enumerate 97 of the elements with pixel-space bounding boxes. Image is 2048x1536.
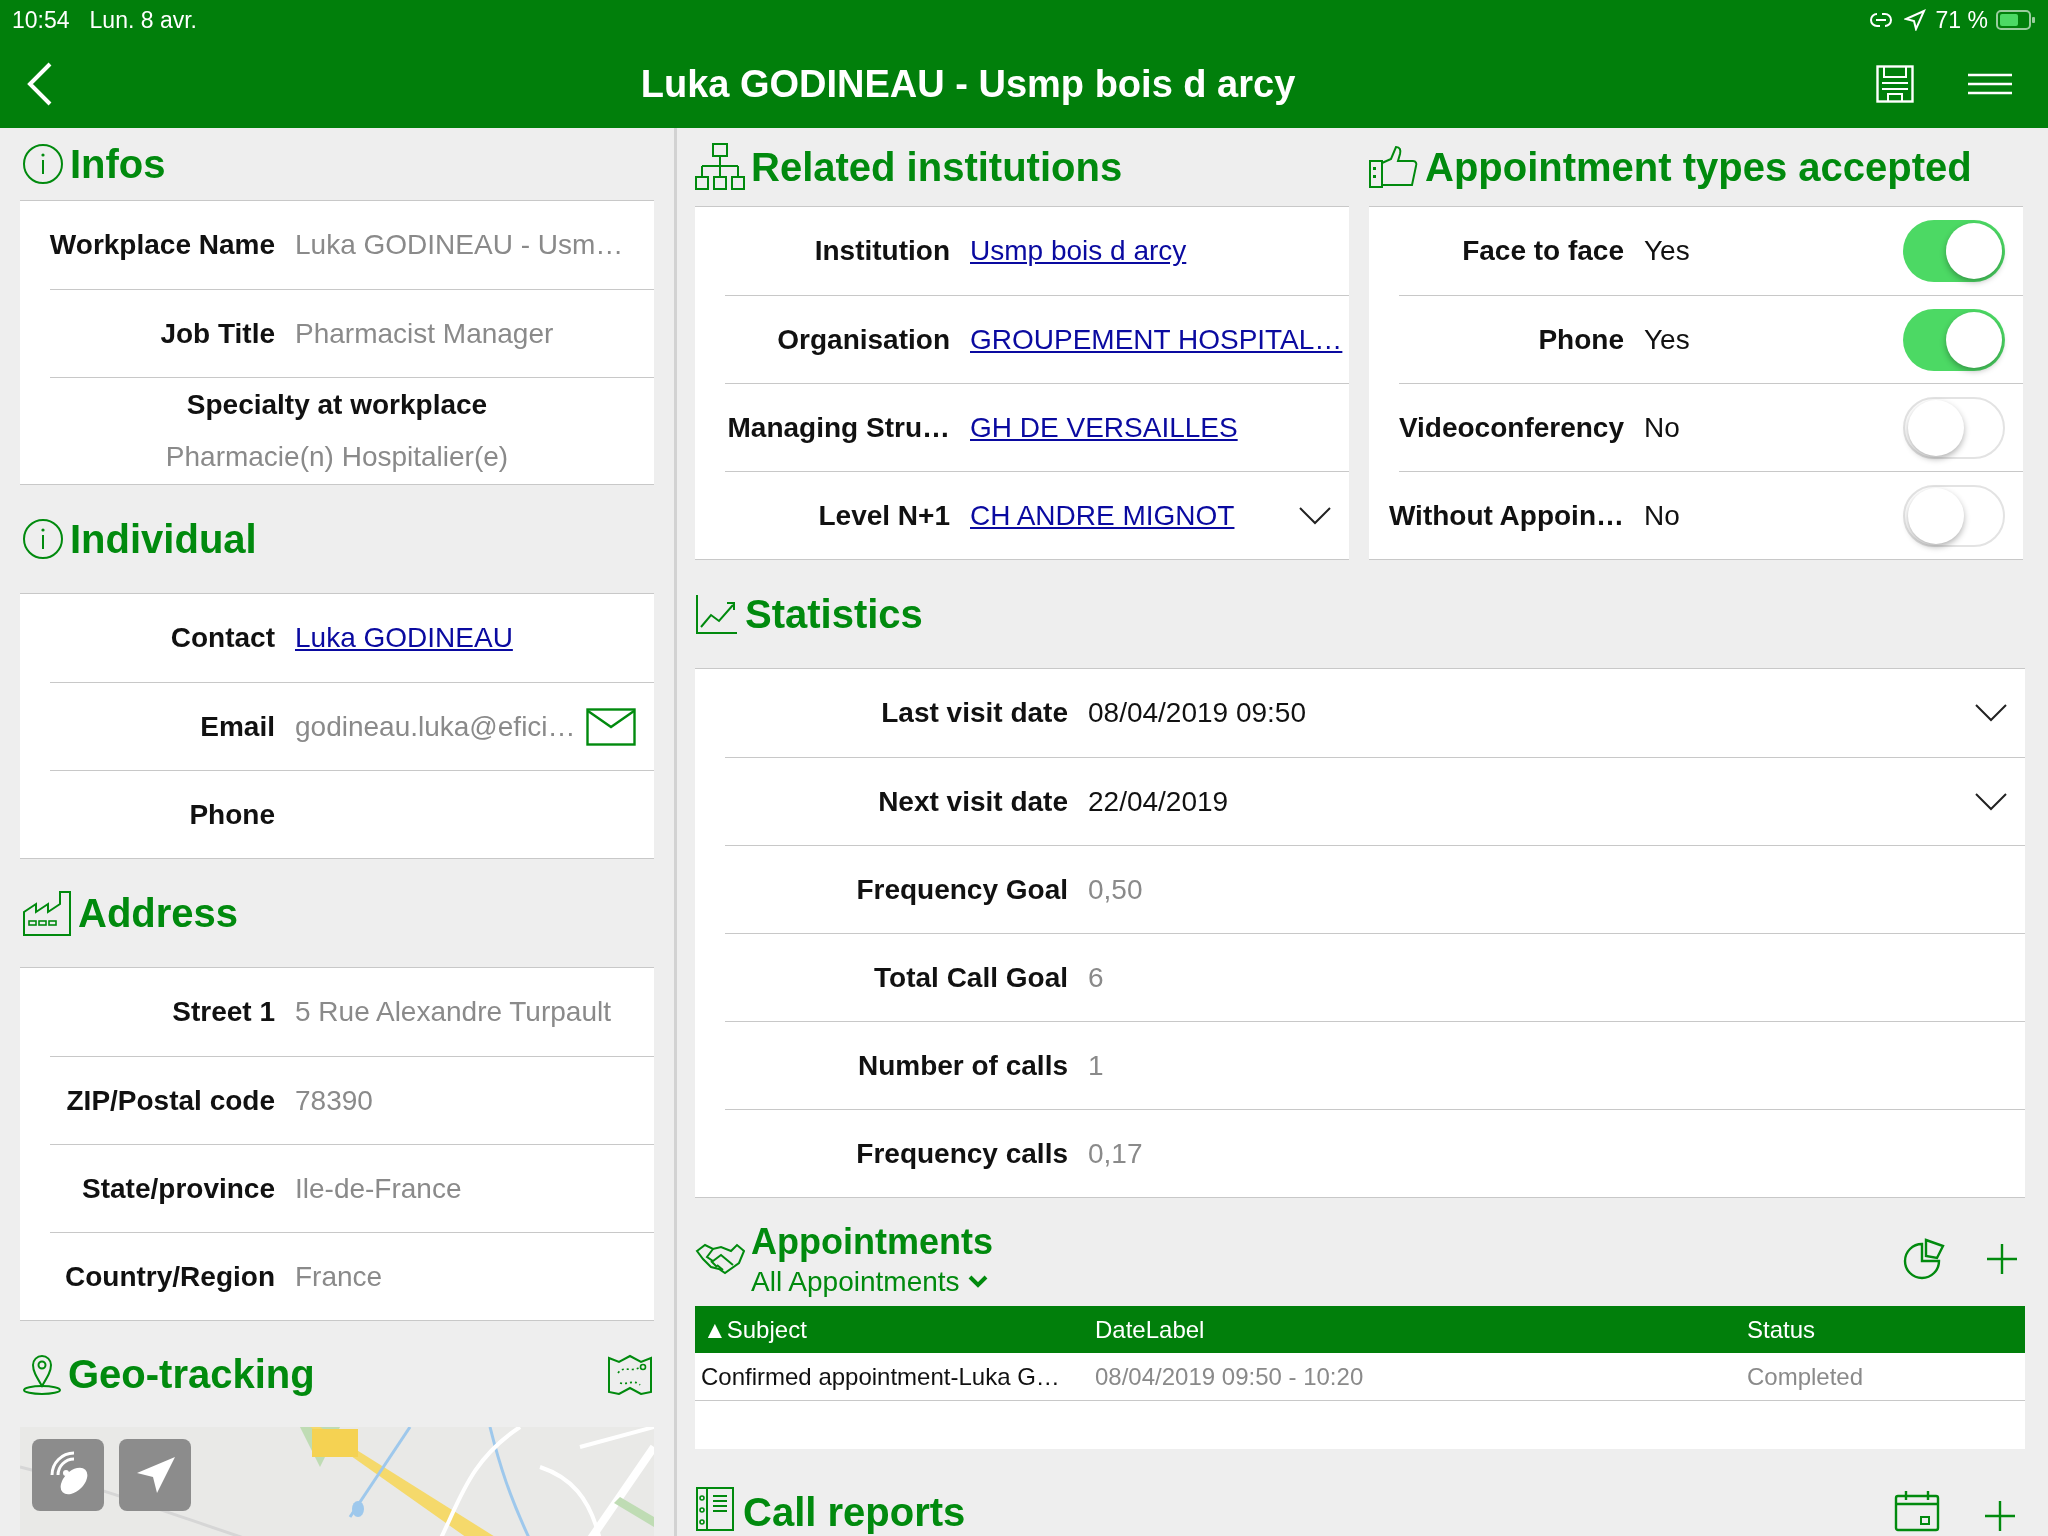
calendar-icon[interactable] <box>1894 1490 1940 1532</box>
field-label: Street 1 <box>171 995 275 1029</box>
section-title: Call reports <box>743 1492 966 1532</box>
field-label: Workplace Name <box>48 228 275 262</box>
field-link[interactable]: GROUPEMENT HOSPITAL… <box>970 318 1343 361</box>
field-value: 78390 <box>295 1083 373 1118</box>
section-title: Infos <box>70 144 166 184</box>
field-value: 1 <box>1088 1048 1104 1083</box>
toggle-switch[interactable] <box>1903 220 2005 282</box>
info-icon <box>22 143 64 185</box>
field-value: Pharmacist Manager <box>295 316 554 351</box>
field-label: Phone <box>1537 322 1624 357</box>
add-icon[interactable] <box>1986 1243 2018 1275</box>
line-chart-icon <box>695 593 739 635</box>
section-title: Appointments <box>751 1220 993 1264</box>
field-value: No <box>1644 498 1680 533</box>
info-icon <box>22 518 64 560</box>
field-label: Frequency calls <box>855 1136 1068 1171</box>
thumbs-up-icon <box>1369 145 1419 189</box>
field-value: Ile-de-France <box>295 1171 462 1206</box>
satellite-button[interactable] <box>32 1439 104 1511</box>
battery-percent: 71 % <box>1935 5 1988 35</box>
field-label: Organisation <box>776 322 950 357</box>
chevron-down-icon[interactable] <box>1975 792 2007 811</box>
toggle-switch[interactable] <box>1903 396 2005 459</box>
navigation-button[interactable] <box>119 1439 191 1511</box>
toggle-switch[interactable] <box>1903 308 2005 371</box>
page-title: Luka GODINEAU - Usmp bois d arcy <box>640 61 1296 107</box>
table-cell-text: Confirmed appointment-Luka G… <box>700 1361 1061 1392</box>
section-title: Statistics <box>745 594 923 634</box>
section-title: Related institutions <box>751 147 1123 187</box>
field-value: godineau.luka@efici… <box>295 709 576 744</box>
field-label: Number of calls <box>856 1048 1068 1083</box>
field-link[interactable]: Usmp bois d arcy <box>970 230 1187 272</box>
field-link[interactable]: GH DE VERSAILLES <box>970 406 1238 449</box>
toggle-switch[interactable] <box>1903 484 2005 547</box>
field-value: 0,17 <box>1088 1136 1143 1171</box>
table-cell-text: Completed <box>1746 1361 1865 1392</box>
add-icon[interactable] <box>1984 1500 2016 1532</box>
field-value: 0,50 <box>1088 872 1143 907</box>
chevron-down-icon[interactable] <box>1299 506 1331 525</box>
status-time: 10:54 <box>12 5 70 35</box>
column-header[interactable]: DateLabel <box>1087 1311 1739 1348</box>
pie-chart-icon[interactable] <box>1902 1238 1946 1280</box>
field-label: Country/Region <box>64 1259 275 1294</box>
hierarchy-icon <box>695 143 745 191</box>
field-label: Job Title <box>159 316 275 351</box>
section-title: Geo-tracking <box>68 1354 315 1394</box>
field-value: Yes <box>1644 234 1690 268</box>
envelope-icon[interactable] <box>586 707 636 746</box>
field-value: 22/04/2019 <box>1088 784 1229 819</box>
field-label: Email <box>199 709 275 744</box>
section-title: Appointment types accepted <box>1425 147 1972 187</box>
chevron-down-icon <box>967 1274 988 1289</box>
map-icon[interactable] <box>608 1353 652 1395</box>
field-value: 6 <box>1088 960 1104 995</box>
field-label: Specialty at workplace <box>186 388 488 422</box>
field-label: Face to face <box>1461 234 1624 268</box>
field-label: Institution <box>813 234 950 268</box>
back-icon <box>27 62 53 106</box>
field-value: No <box>1644 410 1680 445</box>
chevron-down-icon[interactable] <box>1975 704 2007 722</box>
battery-icon <box>1996 10 2036 30</box>
location-arrow-icon <box>1903 9 1926 31</box>
field-label: Contact <box>169 621 275 655</box>
section-title: Individual <box>70 519 257 559</box>
field-label: ZIP/Postal code <box>65 1083 275 1118</box>
status-date: Lun. 8 avr. <box>89 5 197 35</box>
field-label: Managing Stru… <box>726 410 950 445</box>
column-header[interactable]: ▲Subject <box>695 1311 1087 1348</box>
field-label: Next visit date <box>877 784 1068 819</box>
field-label: Last visit date <box>880 696 1068 730</box>
location-pin-icon <box>22 1352 62 1396</box>
field-value: 08/04/2019 09:50 <box>1088 696 1306 730</box>
field-value: France <box>295 1259 383 1294</box>
column-header[interactable]: Status <box>1739 1311 2025 1348</box>
field-label: Total Call Goal <box>873 960 1068 995</box>
menu-icon[interactable] <box>1968 73 2012 95</box>
field-label: Videoconferency <box>1397 410 1624 445</box>
section-title: Address <box>78 893 239 933</box>
field-value: Yes <box>1644 322 1690 357</box>
field-link[interactable]: Luka GODINEAU <box>295 617 513 659</box>
field-value: Pharmacie(n) Hospitalier(e) <box>165 440 509 474</box>
field-value: 5 Rue Alexandre Turpault <box>295 995 611 1029</box>
field-value: Luka GODINEAU - Usm… <box>295 228 624 262</box>
save-icon[interactable] <box>1876 65 1914 103</box>
field-label: Level N+1 <box>817 498 950 533</box>
factory-icon <box>22 890 72 936</box>
field-label: State/province <box>81 1171 275 1206</box>
filter-dropdown[interactable]: All Appointments <box>751 1264 993 1299</box>
link-icon <box>1867 10 1894 30</box>
notebook-icon <box>695 1486 735 1532</box>
table-cell-text: 08/04/2019 09:50 - 10:20 <box>1094 1361 1365 1392</box>
field-link[interactable]: CH ANDRE MIGNOT <box>970 494 1235 537</box>
field-label: Frequency Goal <box>855 872 1068 907</box>
field-label: Phone <box>188 797 275 832</box>
field-label: Without Appoin… <box>1387 498 1624 533</box>
